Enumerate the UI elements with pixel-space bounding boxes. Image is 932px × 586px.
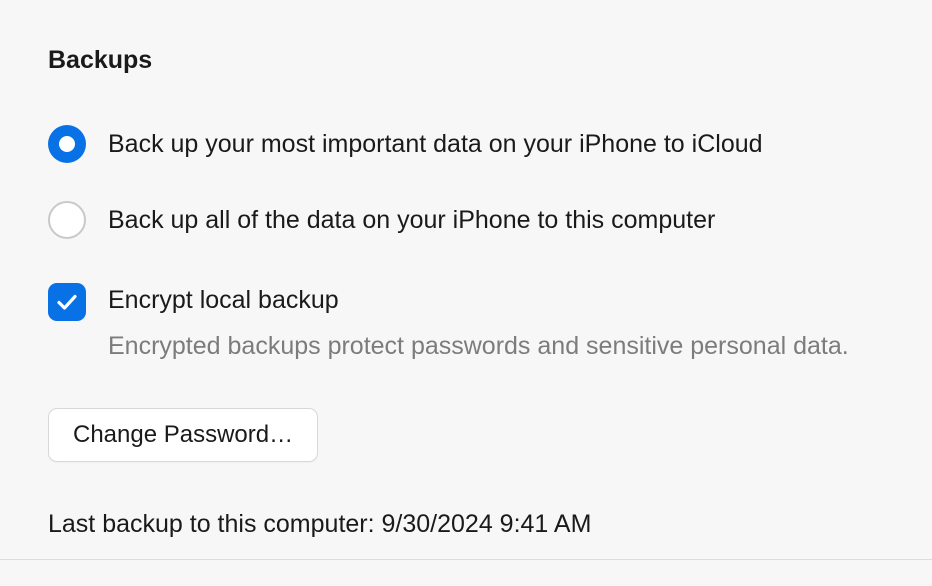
radio-selected-dot-icon: [59, 136, 75, 152]
checkmark-icon: [55, 290, 79, 314]
radio-computer-row[interactable]: Back up all of the data on your iPhone t…: [48, 201, 884, 239]
section-title: Backups: [48, 46, 884, 75]
encrypt-checkbox-label: Encrypt local backup: [108, 283, 339, 318]
last-backup-text: Last backup to this computer: 9/30/2024 …: [48, 510, 884, 539]
encrypt-checkbox-description: Encrypted backups protect passwords and …: [108, 329, 884, 364]
change-password-button[interactable]: Change Password…: [48, 408, 318, 462]
encrypt-checkbox-row[interactable]: Encrypt local backup: [48, 283, 884, 321]
radio-icloud-control[interactable]: [48, 125, 86, 163]
divider: [0, 559, 932, 560]
radio-icloud-row[interactable]: Back up your most important data on your…: [48, 125, 884, 163]
radio-computer-control[interactable]: [48, 201, 86, 239]
backup-radio-group: Back up your most important data on your…: [48, 125, 884, 239]
radio-icloud-label: Back up your most important data on your…: [108, 128, 763, 161]
encrypt-checkbox-control[interactable]: [48, 283, 86, 321]
radio-computer-label: Back up all of the data on your iPhone t…: [108, 204, 715, 237]
